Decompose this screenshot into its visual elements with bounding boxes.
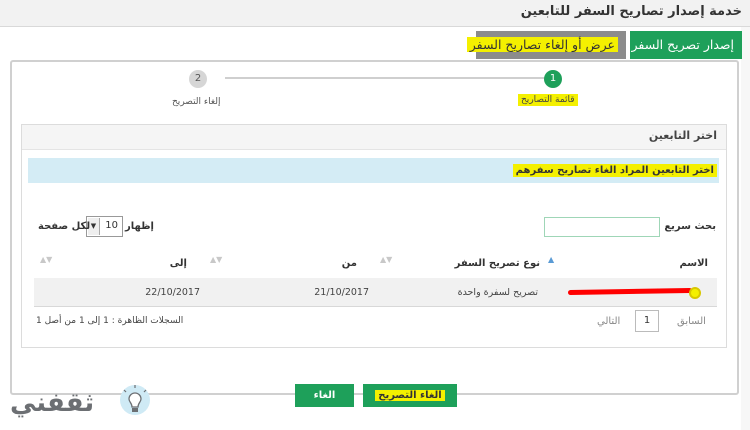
wizard-step-1-circle[interactable]: 1 [544, 70, 562, 88]
wizard-step-2-circle[interactable]: 2 [189, 70, 207, 88]
revoke-permit-label: الغاء التصريح [375, 390, 445, 401]
window-edge [741, 26, 750, 430]
per-page-label: لكل صفحة [38, 221, 91, 232]
col-header-to[interactable]: إلى [170, 258, 187, 269]
revoke-permit-button[interactable]: الغاء التصريح [363, 384, 457, 407]
cell-type: تصريح لسفرة واحدة [457, 287, 538, 298]
tab-issue-permit[interactable]: إصدار تصريح السفر [630, 31, 742, 59]
cell-from: 21/10/2017 [314, 287, 369, 298]
page-title: خدمة إصدار تصاريح السفر للتابعين [520, 4, 742, 19]
lightbulb-icon [120, 385, 150, 415]
records-info: السجلات الظاهرة : 1 إلى 1 من أصل 1 [36, 316, 184, 326]
pagination-current-page[interactable]: 1 [635, 310, 659, 332]
panel-title: اختر التابعين [648, 129, 717, 142]
page-length-select[interactable]: 10 ▼ [86, 216, 123, 237]
col-header-name[interactable]: الاسم [679, 258, 708, 269]
sort-both-icon[interactable]: ▲▼ [210, 255, 222, 264]
panel-header [22, 125, 726, 150]
cancel-button[interactable]: الغاء [295, 384, 354, 407]
row-select-radio[interactable] [689, 287, 701, 299]
search-label: بحث سريع : [656, 221, 716, 232]
tab-view-cancel-label: عرض أو إلغاء تصاريح السفر [466, 37, 618, 52]
site-logo-text: ثقفني [10, 388, 95, 418]
table-header [34, 248, 717, 279]
cell-to: 22/10/2017 [145, 287, 200, 298]
wizard-progress-line [225, 77, 545, 79]
wizard-step-2-label: إلغاء التصريح [172, 97, 221, 107]
show-label: إظهار [125, 221, 154, 232]
pagination-prev[interactable]: السابق [677, 316, 706, 327]
pagination-next[interactable]: التالي [597, 316, 620, 327]
sort-asc-icon[interactable]: ▲ [548, 255, 554, 264]
page-length-value: 10 [105, 220, 118, 231]
instruction-text: اختر التابعين المراد الغاء تصاريح سفرهم [512, 164, 717, 177]
col-header-from[interactable]: من [342, 258, 357, 269]
tab-view-cancel-permits[interactable]: عرض أو إلغاء تصاريح السفر [466, 31, 626, 59]
col-header-type[interactable]: نوع تصريح السفر [455, 258, 540, 269]
wizard-step-1-label: قائمة التصاريح [518, 94, 578, 106]
sort-both-icon[interactable]: ▲▼ [380, 255, 392, 264]
sort-both-icon[interactable]: ▲▼ [40, 255, 52, 264]
search-input[interactable] [544, 217, 660, 237]
